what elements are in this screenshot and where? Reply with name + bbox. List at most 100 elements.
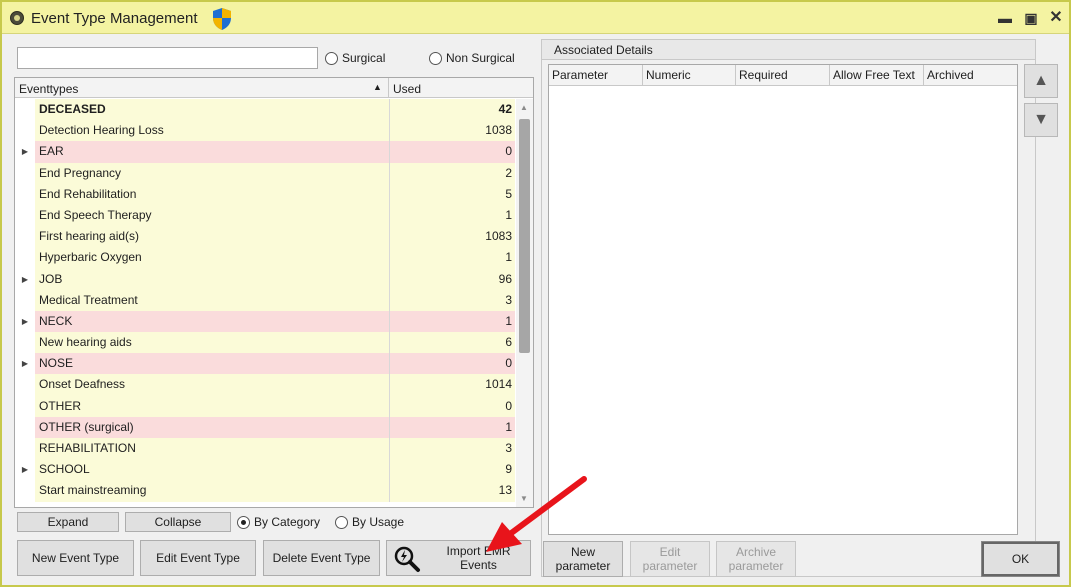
table-row[interactable]: ▶ JOB 96	[15, 268, 515, 290]
event-type-management-window: Event Type Management ▬ ▣ ✕ Surgical Non…	[0, 0, 1071, 587]
event-type-name-cell: Medical Treatment	[35, 289, 389, 311]
event-type-name-cell: Detection Hearing Loss	[35, 120, 389, 142]
table-row[interactable]: End Pregnancy 2	[15, 162, 515, 184]
table-row[interactable]: OTHER 0	[15, 395, 515, 417]
row-indicator	[15, 289, 35, 311]
scrollbar-thumb[interactable]	[519, 119, 530, 353]
expand-arrow-icon[interactable]: ▶	[15, 353, 35, 375]
annotation-arrow-icon	[486, 476, 587, 552]
used-count-cell: 0	[389, 395, 515, 417]
shield-icon	[213, 8, 231, 30]
event-type-name-cell: New hearing aids	[35, 332, 389, 354]
row-indicator	[15, 99, 35, 121]
table-row[interactable]: OTHER (surgical) 1	[15, 416, 515, 438]
by-usage-label: By Usage	[352, 515, 405, 529]
associated-details-title: Associated Details	[554, 43, 653, 57]
table-row[interactable]: ▶ EAR 0	[15, 141, 515, 163]
column-header-eventtypes[interactable]: Eventtypes	[19, 82, 78, 96]
by-category-radio[interactable]: By Category	[237, 515, 320, 529]
column-header-archived[interactable]: Archived	[924, 65, 1017, 86]
table-row[interactable]: REHABILITATION 3	[15, 438, 515, 460]
table-row[interactable]: Medical Treatment 3	[15, 289, 515, 311]
radio-circle-icon	[429, 51, 442, 65]
minimize-icon[interactable]: ▬	[996, 9, 1014, 27]
grid-rows: DECEASED 42 Detection Hearing Loss 1038 ▶ EAR…	[15, 99, 515, 502]
table-row[interactable]: ▶ SCHOOL 9	[15, 459, 515, 481]
table-row[interactable]: End Speech Therapy 1	[15, 204, 515, 227]
table-row[interactable]: New hearing aids 6	[15, 332, 515, 354]
vertical-scrollbar[interactable]: ▲ ▼	[516, 99, 533, 507]
row-indicator	[15, 204, 35, 227]
row-indicator	[15, 438, 35, 460]
row-indicator	[15, 416, 35, 438]
collapse-button[interactable]: Collapse	[125, 512, 231, 532]
move-up-button[interactable]: ▲	[1024, 64, 1058, 98]
expand-arrow-icon[interactable]: ▶	[15, 141, 35, 163]
non-surgical-radio[interactable]: Non Surgical	[429, 51, 515, 65]
row-indicator	[15, 162, 35, 184]
event-type-name-cell: End Rehabilitation	[35, 183, 389, 205]
expand-arrow-icon[interactable]: ▶	[15, 268, 35, 290]
archive-parameter-button[interactable]: Archive parameter	[716, 541, 796, 577]
close-icon[interactable]: ✕	[1047, 9, 1065, 27]
used-count-cell: 1	[389, 247, 515, 269]
radio-circle-icon	[325, 51, 338, 65]
by-usage-radio[interactable]: By Usage	[335, 515, 404, 529]
radio-circle-icon	[335, 515, 348, 529]
used-count-cell: 2	[389, 162, 515, 184]
event-type-name-cell: DECEASED	[35, 99, 389, 121]
expand-arrow-icon[interactable]: ▶	[15, 459, 35, 481]
new-event-type-button[interactable]: New Event Type	[17, 540, 134, 576]
associated-details-panel: Associated Details Parameter Numeric Req…	[541, 39, 1036, 577]
used-count-cell: 42	[389, 99, 515, 121]
edit-parameter-button[interactable]: Edit parameter	[630, 541, 710, 577]
parameters-grid[interactable]: Parameter Numeric Required Allow Free Te…	[548, 64, 1018, 535]
table-row[interactable]: First hearing aid(s) 1083	[15, 226, 515, 248]
triangle-down-icon: ▼	[1033, 111, 1049, 128]
move-down-button[interactable]: ▼	[1024, 103, 1058, 137]
event-type-name-cell: End Pregnancy	[35, 162, 389, 184]
used-count-cell: 1083	[389, 226, 515, 248]
used-count-cell: 1	[389, 204, 515, 227]
radio-selected-icon	[237, 515, 250, 529]
surgical-label: Surgical	[342, 51, 386, 65]
surgical-radio[interactable]: Surgical	[325, 51, 385, 65]
table-row[interactable]: Detection Hearing Loss 1038	[15, 120, 515, 142]
event-types-grid: Eventtypes ▲ Used DECEASED 42 Detection He…	[14, 77, 534, 508]
expand-arrow-icon[interactable]: ▶	[15, 310, 35, 333]
non-surgical-label: Non Surgical	[446, 51, 515, 65]
table-row[interactable]: Onset Deafness 1014	[15, 374, 515, 396]
event-type-name-cell: NECK	[35, 310, 389, 333]
edit-event-type-button[interactable]: Edit Event Type	[140, 540, 256, 576]
used-count-cell: 6	[389, 332, 515, 354]
event-type-name-cell: End Speech Therapy	[35, 204, 389, 227]
used-count-cell: 3	[389, 289, 515, 311]
scroll-up-icon[interactable]: ▲	[520, 103, 528, 112]
used-count-cell: 0	[389, 141, 515, 163]
table-row[interactable]: ▶ NECK 1	[15, 310, 515, 333]
table-row[interactable]: DECEASED 42	[15, 99, 515, 121]
table-row[interactable]: End Rehabilitation 5	[15, 183, 515, 205]
column-header-allow-free-text[interactable]: Allow Free Text	[830, 65, 924, 86]
ok-button[interactable]: OK	[981, 541, 1060, 577]
event-type-name-cell: REHABILITATION	[35, 438, 389, 460]
sort-ascending-icon: ▲	[373, 82, 382, 92]
table-row[interactable]: ▶ NOSE 0	[15, 353, 515, 375]
table-row[interactable]: Hyperbaric Oxygen 1	[15, 247, 515, 269]
search-input[interactable]	[17, 47, 318, 69]
column-header-used[interactable]: Used	[393, 82, 421, 96]
column-divider	[388, 78, 389, 98]
event-type-name-cell: First hearing aid(s)	[35, 226, 389, 248]
row-indicator	[15, 183, 35, 205]
delete-event-type-button[interactable]: Delete Event Type	[263, 540, 380, 576]
expand-button[interactable]: Expand	[17, 512, 119, 532]
column-header-numeric[interactable]: Numeric	[643, 65, 736, 86]
row-indicator	[15, 395, 35, 417]
used-count-cell: 5	[389, 183, 515, 205]
used-count-cell: 1038	[389, 120, 515, 142]
column-header-required[interactable]: Required	[736, 65, 830, 86]
event-type-name-cell: Start mainstreaming	[35, 480, 389, 502]
table-row[interactable]: Start mainstreaming 13	[15, 480, 515, 502]
column-header-parameter[interactable]: Parameter	[549, 65, 643, 86]
maximize-icon[interactable]: ▣	[1022, 9, 1040, 27]
